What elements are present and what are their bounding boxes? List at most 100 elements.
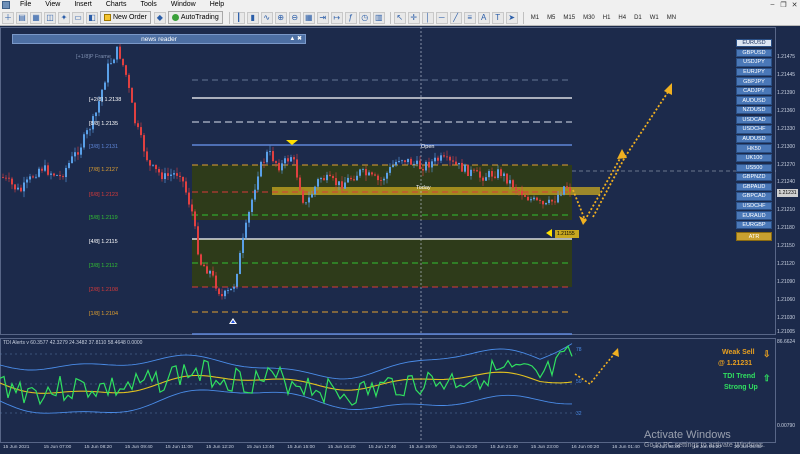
autotrading-button[interactable]: AutoTrading [167,11,223,24]
trendline-icon[interactable]: ╱ [449,11,462,24]
candle-body [356,175,358,181]
weak-sell-label: Weak Sell [722,349,755,356]
candle-body [266,151,268,163]
symbol-button[interactable]: AUDUSD [736,96,772,105]
candle-body [530,199,532,201]
tf-m5[interactable]: M5 [543,12,559,24]
terminal-icon[interactable]: ▭ [72,11,84,24]
templates-icon[interactable]: ▥ [372,11,385,24]
metaeditor-icon[interactable]: ◆ [153,11,166,24]
candlestick-icon[interactable]: ▮ [246,11,259,24]
crosshair-icon[interactable]: ✛ [407,11,420,24]
symbol-button[interactable]: GBPAUD [736,182,772,192]
vertical-line-icon[interactable]: │ [421,11,434,24]
candle-body [77,152,79,155]
autoscroll-icon[interactable]: ↦ [330,11,343,24]
zoom-in-icon[interactable]: ⊕ [274,11,287,24]
menu-window[interactable]: Window [164,0,203,10]
restore-icon[interactable]: ❐ [778,1,789,9]
symbol-button[interactable]: EURGBP [736,220,772,230]
new-chart-icon[interactable]: ＋ [2,11,14,24]
symbol-button[interactable]: GBPUSD [736,48,772,57]
chart-window[interactable]: news reader ▲ ✖ [+1/8]P Frame [+2/8] 1.2… [0,27,800,454]
bar-chart-icon[interactable]: ┃ [232,11,245,24]
data-window-icon[interactable]: ◫ [44,11,56,24]
navigator-icon[interactable]: ✦ [58,11,70,24]
symbol-button[interactable]: GBPNZD [736,173,772,182]
periods-icon[interactable]: ◷ [358,11,371,24]
candle-body [422,169,424,171]
tf-m15[interactable]: M15 [559,12,579,24]
menu-insert[interactable]: Insert [67,0,99,10]
candle-body [335,178,337,186]
tf-h4[interactable]: H4 [614,12,630,24]
news-reader-controls[interactable]: ▲ ✖ [289,35,302,42]
current-price-tag: 1.21231 [777,189,798,197]
tf-d1[interactable]: D1 [630,12,646,24]
symbol-button[interactable]: USDCAD [736,115,772,125]
chart-shift-icon[interactable]: ⇥ [316,11,329,24]
weak-sell-price: @ 1.21231 [718,360,753,367]
profiles-icon[interactable]: ▤ [16,11,28,24]
tile-windows-icon[interactable]: ▦ [302,11,315,24]
tf-m1[interactable]: M1 [527,12,543,24]
candle-body [149,160,151,166]
close-icon[interactable]: ✕ [789,1,800,9]
symbol-button[interactable]: GBPCAD [736,192,772,201]
candle-body [548,199,550,203]
arrows-icon[interactable]: ➤ [505,11,518,24]
symbol-button[interactable]: HK50 [736,144,772,153]
candle-body [368,172,370,176]
symbol-button[interactable]: NZDUSD [736,106,772,115]
candle-body [440,155,442,161]
symbol-button[interactable]: USDCHF [736,125,772,134]
price-chart[interactable] [0,27,800,454]
symbol-button[interactable]: CADJPY [736,86,772,96]
tf-w1[interactable]: W1 [646,12,663,24]
symbol-button[interactable]: AUDUSD [736,134,772,144]
candle-body [401,160,403,162]
sell-marker-icon [286,140,298,145]
symbol-button[interactable]: USDJPY [736,58,772,67]
text-icon[interactable]: A [477,11,490,24]
atr-button[interactable]: ATR [736,232,772,242]
menu-charts[interactable]: Charts [99,0,134,10]
news-reader-panel[interactable]: news reader ▲ ✖ [12,34,306,44]
symbol-button[interactable]: EURAUD [736,211,772,220]
tf-m30[interactable]: M30 [579,12,599,24]
app-icon [2,1,10,9]
candle-body [425,161,427,171]
line-chart-icon[interactable]: ∿ [260,11,273,24]
symbol-button[interactable]: UK100 [736,153,772,163]
indicators-icon[interactable]: ƒ [344,11,357,24]
horizontal-line-icon[interactable]: ─ [435,11,448,24]
symbol-button[interactable]: EURUSD [736,39,772,48]
symbol-button[interactable]: US500 [736,163,772,172]
menu-view[interactable]: View [38,0,67,10]
minimize-icon[interactable]: – [767,1,778,9]
fibonacci-icon[interactable]: ≡ [463,11,476,24]
price-tick: 1.21060 [777,297,796,303]
symbol-button[interactable]: USDCHF [736,201,772,211]
candle-body [371,172,373,175]
down-arrow-icon: ⇩ [763,349,771,359]
candle-body [290,157,292,162]
candle-body [23,182,25,192]
tf-mn[interactable]: MN [663,12,680,24]
symbol-button[interactable]: GBPJPY [736,77,772,86]
candle-body [230,288,232,291]
zoom-out-icon[interactable]: ⊖ [288,11,301,24]
menu-tools[interactable]: Tools [133,0,163,10]
news-reader-title: news reader [141,35,177,43]
tf-h1[interactable]: H1 [599,12,615,24]
strategy-tester-icon[interactable]: ◧ [86,11,98,24]
menu-help[interactable]: Help [203,0,231,10]
market-watch-icon[interactable]: ▦ [30,11,42,24]
cursor-icon[interactable]: ↖ [393,11,406,24]
symbol-button[interactable]: EURJPY [736,67,772,77]
label-icon[interactable]: T [491,11,504,24]
new-order-button[interactable]: New Order [100,11,151,24]
menu-file[interactable]: File [13,0,38,10]
candle-body [128,74,130,88]
candle-body [239,252,241,275]
